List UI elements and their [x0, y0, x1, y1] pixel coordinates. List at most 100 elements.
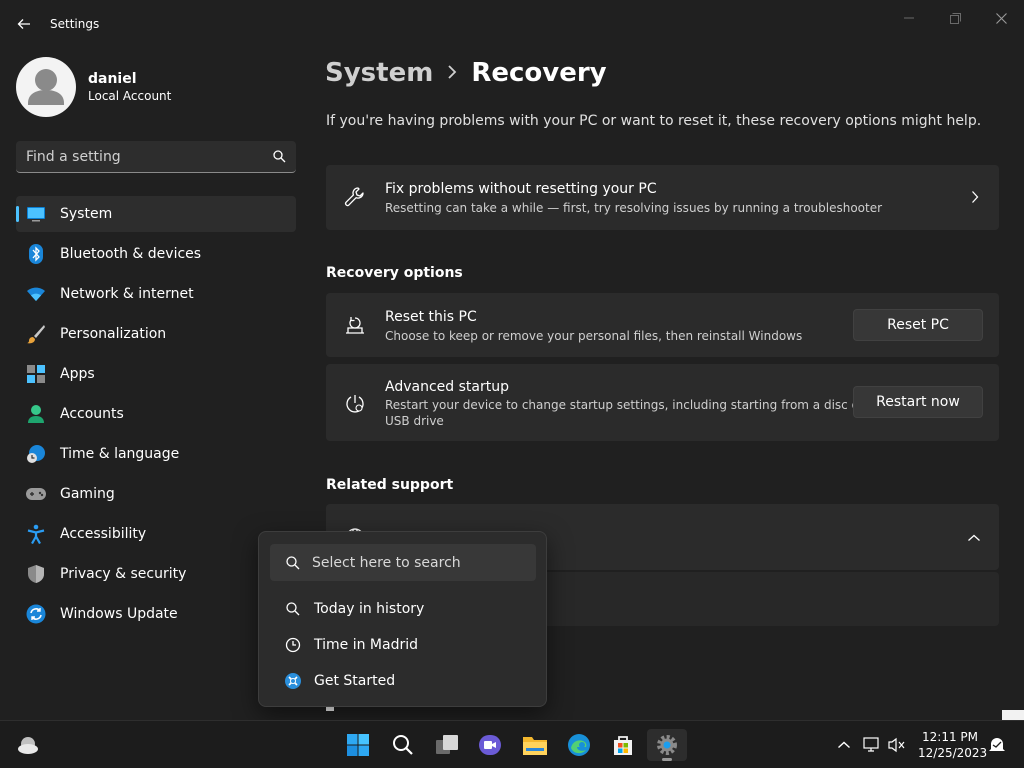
monitor-icon	[26, 204, 46, 224]
corner-widget	[1002, 710, 1024, 720]
search-icon	[286, 555, 300, 569]
volume-status[interactable]	[887, 735, 907, 755]
sidebar-item-label: Privacy & security	[60, 566, 187, 582]
app-title: Settings	[50, 17, 100, 31]
flyout-item-time-in-madrid[interactable]: Time in Madrid	[285, 633, 418, 657]
ethernet-icon	[863, 737, 879, 752]
advanced-startup-card: Advanced startup Restart your device to …	[326, 364, 999, 441]
update-icon	[26, 604, 46, 624]
clock-date: 12/25/2023	[918, 746, 988, 760]
flyout-item-label: Time in Madrid	[314, 637, 419, 653]
breadcrumb: System Recovery	[325, 58, 607, 88]
restart-now-button[interactable]: Restart now	[853, 386, 983, 418]
advanced-startup-description-line1: Restart your device to change startup se…	[385, 398, 864, 412]
chevron-right-icon	[971, 190, 979, 208]
user-profile[interactable]: daniel Local Account	[16, 57, 171, 117]
person-icon	[26, 404, 46, 424]
sidebar-nav: System Bluetooth & devices Network & int…	[16, 196, 296, 636]
sidebar-item-privacy[interactable]: Privacy & security	[16, 556, 296, 592]
arrow-left-icon	[17, 19, 30, 29]
flyout-item-today-in-history[interactable]: Today in history	[285, 597, 424, 621]
flyout-item-label: Get Started	[314, 673, 396, 689]
search-icon	[285, 601, 301, 617]
settings-search[interactable]	[16, 141, 296, 173]
get-started-icon	[285, 673, 301, 689]
search-flyout: Today in history Time in Madrid Get Star…	[258, 531, 547, 707]
user-name: daniel	[88, 71, 137, 87]
sidebar-item-label: Gaming	[60, 486, 115, 502]
reset-pc-title: Reset this PC	[385, 309, 477, 325]
notifications-button[interactable]	[987, 735, 1007, 755]
sidebar-item-label: Network & internet	[60, 286, 194, 302]
sidebar-item-label: Accessibility	[60, 526, 147, 542]
page-title: Recovery	[471, 58, 607, 88]
minimize-button[interactable]	[886, 6, 932, 30]
sidebar-item-label: Windows Update	[60, 606, 178, 622]
paintbrush-icon	[26, 324, 46, 344]
reset-pc-icon	[344, 314, 366, 336]
windows-logo-icon	[347, 734, 369, 756]
title-bar: Settings	[0, 0, 1024, 48]
close-button[interactable]	[978, 6, 1024, 30]
flyout-search-box[interactable]	[270, 544, 536, 581]
sidebar-item-accessibility[interactable]: Accessibility	[16, 516, 296, 552]
search-icon	[273, 150, 286, 163]
edge-browser-button[interactable]	[559, 729, 599, 761]
flyout-search-input[interactable]	[312, 554, 512, 571]
fix-problems-description: Resetting can take a while — first, try …	[385, 201, 883, 215]
breadcrumb-parent[interactable]: System	[325, 58, 433, 88]
sidebar-item-apps[interactable]: Apps	[16, 356, 296, 392]
sidebar-item-label: Accounts	[60, 406, 124, 422]
sidebar-item-system[interactable]: System	[16, 196, 296, 232]
weather-icon	[18, 737, 38, 754]
sidebar-item-gaming[interactable]: Gaming	[16, 476, 296, 512]
sidebar-item-bluetooth[interactable]: Bluetooth & devices	[16, 236, 296, 272]
sidebar-item-accounts[interactable]: Accounts	[16, 396, 296, 432]
notification-icon	[989, 738, 1005, 751]
sidebar-item-label: Time & language	[60, 446, 180, 462]
settings-app-button[interactable]	[647, 729, 687, 761]
flyout-item-label: Today in history	[314, 601, 425, 617]
clock-time: 12:11 PM	[922, 730, 978, 744]
flyout-item-get-started[interactable]: Get Started	[285, 669, 395, 693]
bluetooth-icon	[26, 244, 46, 264]
recovery-options-heading: Recovery options	[326, 265, 463, 281]
taskbar: 12:11 PM 12/25/2023	[0, 720, 1024, 768]
sidebar-item-windows-update[interactable]: Windows Update	[16, 596, 296, 632]
chat-app-button[interactable]	[470, 729, 510, 761]
advanced-startup-title: Advanced startup	[385, 379, 509, 395]
close-icon	[995, 12, 1007, 24]
reset-pc-button[interactable]: Reset PC	[853, 309, 983, 341]
sidebar-item-label: Personalization	[60, 326, 167, 342]
reset-pc-card: Reset this PC Choose to keep or remove y…	[326, 293, 999, 357]
chevron-up-icon	[838, 741, 850, 749]
store-icon	[614, 736, 632, 755]
settings-search-input[interactable]	[26, 148, 273, 165]
sidebar-item-personalization[interactable]: Personalization	[16, 316, 296, 352]
start-button[interactable]	[338, 729, 378, 761]
wrench-icon	[344, 186, 366, 208]
chevron-up-icon[interactable]	[967, 530, 981, 546]
accessibility-icon	[26, 524, 46, 544]
sidebar-item-network[interactable]: Network & internet	[16, 276, 296, 312]
chevron-right-icon	[447, 64, 457, 83]
user-avatar-icon	[28, 69, 64, 105]
taskbar-clock[interactable]: 12:11 PM 12/25/2023	[918, 729, 988, 761]
network-status[interactable]	[862, 735, 882, 755]
task-view-button[interactable]	[427, 729, 467, 761]
task-view-icon	[436, 735, 458, 754]
store-button[interactable]	[603, 729, 643, 761]
back-button[interactable]	[12, 12, 36, 36]
power-restart-icon	[344, 393, 366, 415]
weather-widget[interactable]	[8, 729, 48, 761]
maximize-button[interactable]	[932, 6, 978, 30]
account-type: Local Account	[88, 89, 172, 103]
show-hidden-icons-button[interactable]	[834, 735, 854, 755]
fix-problems-card[interactable]: Fix problems without resetting your PC R…	[326, 165, 999, 230]
sidebar-item-label: Apps	[60, 366, 95, 382]
gear-icon	[657, 735, 677, 755]
shield-icon	[26, 564, 46, 584]
sidebar-item-time-language[interactable]: Time & language	[16, 436, 296, 472]
file-explorer-button[interactable]	[515, 729, 555, 761]
taskbar-search-button[interactable]	[383, 729, 423, 761]
